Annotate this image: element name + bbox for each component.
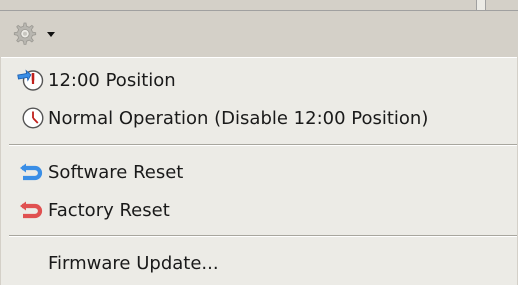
caret-down-icon — [47, 32, 55, 37]
dropdown-menu: 12:00 Position Normal Operation (Disable… — [1, 57, 517, 285]
settings-dropdown-button[interactable] — [10, 20, 72, 48]
menu-window: 12:00 Position Normal Operation (Disable… — [0, 0, 518, 285]
menu-item-label: Software Reset — [48, 161, 184, 183]
software-reset-icon — [20, 163, 43, 181]
clock-icon — [22, 107, 44, 129]
menu-item-label: Firmware Update... — [48, 252, 219, 274]
gear-icon — [13, 22, 37, 45]
menu-item-label: 12:00 Position — [48, 69, 176, 91]
menu-item-label: Normal Operation (Disable 12:00 Position… — [48, 107, 429, 129]
menu-item-label: Factory Reset — [48, 199, 170, 221]
scroll-handle[interactable] — [476, 0, 486, 10]
factory-reset-icon — [20, 201, 43, 219]
top-strip — [0, 0, 518, 11]
clock-set-icon — [17, 69, 44, 91]
menu-item-firmware-update[interactable]: Firmware Update... — [1, 247, 517, 279]
menu-separator — [9, 144, 517, 146]
menu-separator — [9, 235, 517, 237]
menu-item-software-reset[interactable]: Software Reset — [1, 156, 517, 188]
menu-item-factory-reset[interactable]: Factory Reset — [1, 194, 517, 226]
menu-item-normal-operation[interactable]: Normal Operation (Disable 12:00 Position… — [1, 102, 517, 134]
toolbar — [0, 11, 518, 57]
menu-item-12-position[interactable]: 12:00 Position — [1, 64, 517, 96]
